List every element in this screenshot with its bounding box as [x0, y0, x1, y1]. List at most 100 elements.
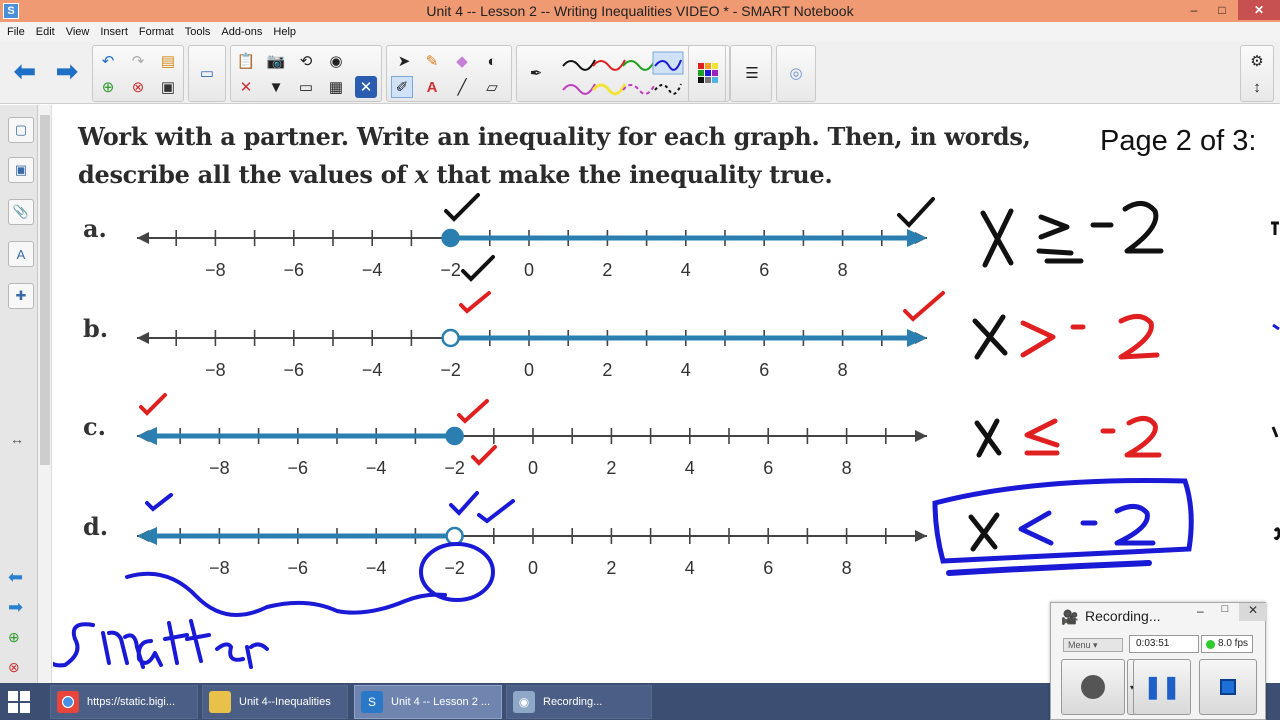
pause-button[interactable]: ❚❚ — [1133, 659, 1191, 715]
document-camera-icon[interactable]: ◉ — [325, 50, 347, 72]
tools-group: ➤ ✎ ◆ ◐ ✐ A ╱ ▱ — [386, 45, 512, 102]
menu-insert[interactable]: Insert — [100, 26, 128, 38]
recorder-icon: ◉ — [513, 691, 535, 713]
answer-c — [1024, 416, 1162, 458]
paste-icon[interactable]: 📋 — [235, 50, 257, 72]
recording-menu-dropdown[interactable]: Menu ▾ — [1063, 638, 1123, 652]
rotate-icon[interactable]: ⟲ — [295, 50, 317, 72]
settings-group: ⚙ ↕ — [1240, 45, 1274, 102]
display-group: ▭ — [188, 45, 226, 102]
menu-edit[interactable]: Edit — [36, 26, 55, 38]
recording-title: Recording... — [1085, 608, 1161, 624]
checkmark-b2 — [903, 291, 945, 322]
taskbar-item-recorder[interactable]: ◉ Recording... — [506, 685, 652, 719]
handwritten-ink[interactable] — [53, 105, 1280, 683]
menu-bar: File Edit View Insert Format Tools Add-o… — [0, 22, 1280, 42]
scroll-thumb[interactable] — [40, 115, 50, 465]
recording-close-button[interactable]: ✕ — [1239, 603, 1267, 621]
maximize-button[interactable]: □ — [1208, 0, 1236, 20]
previous-page-side-icon[interactable]: ⬅ — [8, 567, 23, 588]
taskbar-item-folder[interactable]: Unit 4--Inequalities — [202, 685, 348, 719]
add-ons-icon[interactable]: ✚ — [8, 283, 34, 309]
properties-icon[interactable]: A — [8, 241, 34, 267]
stop-button[interactable] — [1199, 659, 1257, 715]
color-palette-icon[interactable] — [698, 63, 718, 83]
checkmark-a1 — [444, 193, 480, 222]
vertical-scrollbar[interactable] — [38, 105, 52, 683]
select-icon[interactable]: ➤ — [393, 50, 415, 72]
add-page-side-icon[interactable]: ⊕ — [8, 629, 20, 646]
checkmark-d2 — [449, 491, 479, 516]
taskbar-item-chrome[interactable]: https://static.bigi... — [50, 685, 198, 719]
menu-format[interactable]: Format — [139, 26, 174, 38]
line-style-group: ☰ — [730, 45, 772, 102]
transparency-icon[interactable]: ◎ — [785, 62, 807, 84]
toolbar: ⬅ ➡ ↶ ↷ ▤ ⊕ ⊗ ▣ ▭ 📋 📷 ⟲ ◉ ✕ ▼ ▭ ▦ ✕ ➤ ✎ … — [0, 42, 1280, 104]
capture-icon[interactable]: 📷 — [265, 50, 287, 72]
add-page-icon[interactable]: ⊕ — [97, 76, 119, 98]
undo-icon[interactable]: ↶ — [97, 50, 119, 72]
answer-d-x — [968, 512, 1000, 552]
recording-window: 🎥 Recording... – □ ✕ Menu ▾ 0:03:51 8.0 … — [1050, 602, 1267, 720]
pens-icon[interactable]: ✐ — [391, 76, 413, 98]
delete-page-side-icon[interactable]: ⊗ — [8, 659, 20, 676]
line-style-icon[interactable]: ☰ — [741, 62, 763, 84]
color-group — [688, 45, 726, 102]
magic-pen-icon[interactable]: ✎ — [421, 50, 443, 72]
next-page-icon[interactable]: ➡ — [56, 56, 78, 87]
answer-c-x — [974, 418, 1002, 458]
taskbar-item-notebook[interactable]: S Unit 4 -- Lesson 2 ... — [354, 685, 502, 719]
windows-start-icon[interactable] — [8, 691, 30, 713]
move-toolbar-icon[interactable]: ↕ — [1246, 76, 1268, 98]
previous-page-icon[interactable]: ⬅ — [14, 56, 36, 87]
line-icon[interactable]: ╱ — [451, 76, 473, 98]
delete-icon[interactable]: ✕ — [235, 76, 257, 98]
mouse-icon[interactable]: ▼ — [265, 76, 287, 98]
table-icon[interactable]: ▦ — [325, 76, 347, 98]
close-button[interactable]: ✕ — [1238, 0, 1280, 20]
minimize-button[interactable]: – — [1180, 0, 1208, 20]
shapes-icon[interactable]: ▱ — [481, 76, 503, 98]
attachments-icon[interactable]: 📎 — [8, 199, 34, 225]
close-toolbar-icon[interactable]: ✕ — [355, 76, 377, 98]
menu-tools[interactable]: Tools — [185, 26, 211, 38]
checkmark-c3 — [471, 445, 497, 466]
menu-file[interactable]: File — [7, 26, 25, 38]
recording-maximize-button[interactable]: □ — [1213, 603, 1237, 621]
transparency-group: ◎ — [776, 45, 816, 102]
fill-icon[interactable]: ◐ — [481, 50, 503, 72]
menu-view[interactable]: View — [66, 26, 90, 38]
recorder-icon: 🎥 — [1061, 609, 1079, 625]
delete-page-icon[interactable]: ⊗ — [127, 76, 149, 98]
checkmark-b1 — [459, 291, 491, 314]
notebook-page[interactable]: Work with a partner. Write an inequality… — [53, 105, 1280, 683]
recording-minimize-button[interactable]: – — [1197, 604, 1211, 618]
gallery-icon[interactable]: ▣ — [8, 157, 34, 183]
open-icon[interactable]: ▤ — [157, 50, 179, 72]
eraser-icon[interactable]: ◆ — [451, 50, 473, 72]
gear-icon[interactable]: ⚙ — [1246, 50, 1268, 72]
record-icon — [1081, 675, 1105, 699]
answer-b — [1020, 314, 1160, 360]
checkmark-a2 — [461, 255, 495, 282]
record-button[interactable] — [1061, 659, 1125, 715]
folder-icon — [209, 691, 231, 713]
checkmark-c2 — [457, 399, 489, 424]
screen-shade-icon[interactable]: ▭ — [196, 62, 218, 84]
page-sorter-icon[interactable]: ▢ — [8, 117, 34, 143]
title-bar: S Unit 4 -- Lesson 2 -- Writing Inequali… — [0, 0, 1280, 22]
response-icon[interactable]: ▭ — [295, 76, 317, 98]
checkmark-d1 — [145, 493, 173, 512]
text-icon[interactable]: A — [421, 76, 443, 98]
resize-handle-icon[interactable]: ↔ — [10, 431, 24, 447]
checkmark-d3 — [477, 499, 515, 524]
save-icon[interactable]: ▣ — [157, 76, 179, 98]
ink-word-smaller — [53, 571, 447, 669]
answer-d-underline — [946, 560, 1152, 576]
next-page-side-icon[interactable]: ➡ — [8, 597, 23, 618]
menu-help[interactable]: Help — [273, 26, 296, 38]
pen-tool-icon[interactable]: ✒ — [525, 62, 547, 84]
chrome-icon — [57, 691, 79, 713]
menu-addons[interactable]: Add-ons — [221, 26, 262, 38]
redo-icon[interactable]: ↷ — [127, 50, 149, 72]
